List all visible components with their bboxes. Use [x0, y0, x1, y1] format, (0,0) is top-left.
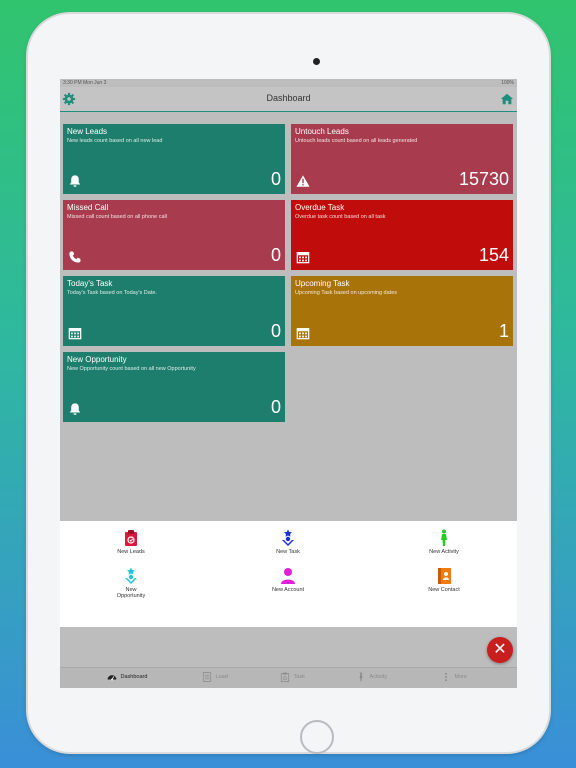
account-person-icon: [281, 568, 295, 584]
new-opportunity-action[interactable]: New Opportunity: [81, 567, 181, 599]
status-battery: 100%: [501, 80, 514, 86]
card-title: New Opportunity: [67, 355, 127, 364]
tab-label: Task: [293, 674, 305, 680]
card-title: Overdue Task: [295, 203, 345, 212]
card-value: 15730: [458, 169, 509, 189]
card-subtitle: Overdue task count based on all task: [295, 214, 386, 220]
card-new-opportunity[interactable]: New Opportunity New Opportunity count ba…: [63, 352, 285, 422]
task-person-icon: [282, 529, 294, 546]
camera-dot: [313, 58, 320, 65]
contact-book-icon: [438, 568, 451, 584]
card-value: 1: [498, 321, 509, 341]
home-button[interactable]: [300, 720, 334, 754]
card-title: Upcoming Task: [295, 279, 350, 288]
card-subtitle: New leads count based on all new lead: [67, 138, 163, 144]
card-title: Untouch Leads: [295, 127, 349, 136]
tab-activity[interactable]: Activity: [356, 671, 387, 683]
tab-more[interactable]: More: [441, 671, 467, 683]
status-time: 3:30 PM Mon Jun 3: [63, 80, 107, 86]
tab-lead[interactable]: Lead: [202, 671, 228, 683]
card-value: 0: [270, 321, 281, 341]
card-upcoming-task[interactable]: Upcoming Task Upcoming Task based on upc…: [291, 276, 513, 346]
card-subtitle: Untouch leads count based on all leads g…: [295, 138, 418, 144]
action-label: New Opportunity: [116, 587, 146, 599]
card-title: Missed Call: [67, 203, 109, 212]
calendar-icon: [68, 328, 82, 340]
card-value: 0: [270, 245, 281, 265]
calendar-icon: [296, 328, 310, 340]
card-missed-call[interactable]: Missed Call Missed call count based on a…: [63, 200, 285, 270]
new-leads-action[interactable]: New Leads: [81, 529, 181, 555]
clipboard-icon: [280, 672, 290, 683]
card-value: 0: [270, 169, 281, 189]
tab-label: Lead: [215, 674, 228, 680]
bell-icon: [69, 403, 81, 415]
card-untouch-leads[interactable]: Untouch Leads Untouch leads count based …: [291, 124, 513, 194]
new-account-action[interactable]: New Account: [238, 567, 338, 593]
more-dots-icon: [445, 672, 447, 682]
calendar-icon: [296, 252, 310, 264]
card-subtitle: New Opportunity count based on all new O…: [67, 366, 196, 372]
app-screen: 3:30 PM Mon Jun 3 100% Dashboard New Lea…: [60, 79, 517, 688]
tab-task[interactable]: Task: [280, 671, 305, 683]
card-todays-task[interactable]: Today's Task Today's Task based on Today…: [63, 276, 285, 346]
warning-icon: [296, 175, 310, 187]
card-value: 154: [478, 245, 509, 265]
action-label: New Activity: [429, 549, 459, 555]
new-contact-action[interactable]: New Contact: [394, 567, 494, 593]
activity-person-icon: [441, 529, 447, 546]
phone-icon: [69, 251, 81, 263]
card-subtitle: Today's Task based on Today's Date.: [67, 290, 157, 296]
action-label: New Contact: [428, 587, 460, 593]
clipboard-icon: [125, 530, 137, 546]
walking-person-icon: [359, 672, 363, 682]
action-label: New Leads: [117, 549, 145, 555]
status-bar: 3:30 PM Mon Jun 3 100%: [60, 79, 517, 87]
tab-bar: Dashboard Lead Task Activity More: [60, 667, 517, 688]
card-new-leads[interactable]: New Leads New leads count based on all n…: [63, 124, 285, 194]
speedometer-icon: [107, 675, 117, 681]
card-value: 0: [270, 397, 281, 417]
document-icon: [202, 672, 212, 682]
action-label: New Task: [276, 549, 300, 555]
tab-label: Activity: [369, 674, 387, 680]
card-title: New Leads: [67, 127, 108, 136]
home-icon[interactable]: [500, 92, 514, 106]
new-task-action[interactable]: New Task: [238, 529, 338, 555]
nav-bar: Dashboard: [60, 87, 517, 112]
tab-dashboard[interactable]: Dashboard: [107, 671, 147, 683]
card-subtitle: Missed call count based on all phone cal…: [67, 214, 167, 220]
page-title: Dashboard: [266, 93, 311, 103]
action-label: New Account: [271, 587, 305, 593]
card-subtitle: Upcoming Task based on upcoming dates: [295, 290, 398, 296]
card-overdue-task[interactable]: Overdue Task Overdue task count based on…: [291, 200, 513, 270]
tab-label: Dashboard: [120, 674, 148, 680]
close-fab-button[interactable]: ✕: [487, 637, 513, 663]
quick-actions-menu: New Leads New Task New Activity New Oppo…: [60, 521, 517, 627]
tab-label: More: [454, 674, 468, 680]
new-activity-action[interactable]: New Activity: [394, 529, 494, 555]
opportunity-person-icon: [125, 567, 137, 584]
card-title: Today's Task: [67, 279, 113, 288]
bell-icon: [69, 175, 81, 187]
